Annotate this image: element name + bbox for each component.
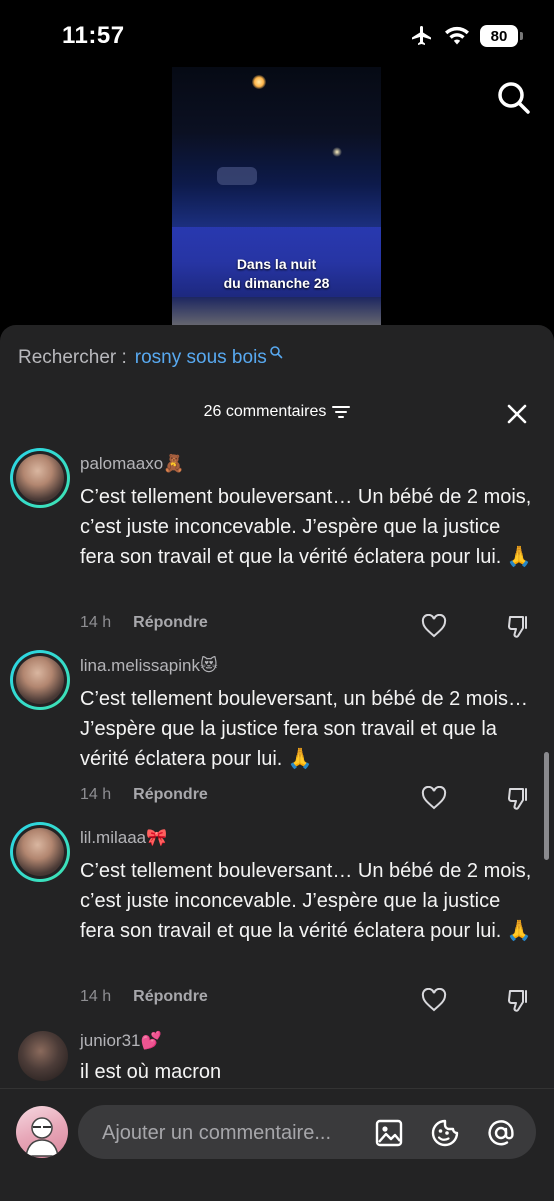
like-button[interactable] bbox=[421, 785, 447, 810]
comment-text: C’est tellement bouleversant… Un bébé de… bbox=[80, 860, 532, 942]
close-button[interactable] bbox=[506, 403, 528, 425]
search-icon bbox=[269, 346, 283, 359]
heart-icon bbox=[421, 987, 447, 1012]
comment-meta: 14 h Répondre bbox=[80, 786, 208, 804]
comment-text: C’est tellement bouleversant, un bébé de… bbox=[80, 688, 529, 770]
street-light bbox=[332, 147, 342, 157]
emoji-button[interactable] bbox=[430, 1118, 460, 1148]
comments-header: 26 commentaires bbox=[0, 401, 554, 425]
search-suggestion-query[interactable]: rosny sous bois bbox=[135, 347, 267, 369]
reply-button[interactable]: Répondre bbox=[133, 614, 208, 632]
search-button[interactable] bbox=[496, 80, 532, 116]
scrollbar[interactable] bbox=[544, 752, 549, 860]
status-icons: 80 bbox=[410, 22, 523, 50]
comment-text: C’est tellement bouleversant… Un bébé de… bbox=[80, 486, 532, 568]
search-suggestion[interactable]: Rechercher : rosny sous bois bbox=[18, 346, 283, 369]
search-suggestion-label: Rechercher : bbox=[18, 347, 127, 368]
thumbs-down-icon bbox=[508, 788, 527, 810]
sort-icon[interactable] bbox=[332, 405, 351, 419]
image-icon bbox=[375, 1119, 403, 1147]
dislike-button[interactable] bbox=[506, 786, 532, 812]
comment-username[interactable]: palomaaxo🧸 bbox=[80, 454, 184, 474]
heart-icon bbox=[421, 613, 447, 638]
wifi-icon bbox=[445, 26, 469, 45]
comment-time: 14 h bbox=[80, 988, 112, 1005]
airplane-icon bbox=[412, 26, 431, 45]
at-sign-icon bbox=[488, 1120, 514, 1146]
comment-meta: 14 h Répondre bbox=[80, 614, 208, 632]
status-bar: 11:57 80 bbox=[0, 0, 554, 70]
dislike-button[interactable] bbox=[506, 988, 532, 1014]
like-button[interactable] bbox=[421, 613, 447, 638]
comment-username[interactable]: junior31💕 bbox=[80, 1031, 162, 1051]
comment-time: 14 h bbox=[80, 614, 112, 631]
video-caption: Dans la nuit du dimanche 28 bbox=[172, 255, 381, 293]
like-button[interactable] bbox=[421, 987, 447, 1012]
comment-username[interactable]: lina.melissapink😻 bbox=[80, 656, 218, 676]
image-button[interactable] bbox=[374, 1118, 404, 1148]
dislike-button[interactable] bbox=[506, 614, 532, 640]
comment-username[interactable]: lil.milaaa🎀 bbox=[80, 828, 167, 848]
close-icon bbox=[507, 404, 527, 424]
comment-time: 14 h bbox=[80, 786, 112, 803]
battery-level: 80 bbox=[490, 27, 508, 45]
user-avatar-icon bbox=[25, 1117, 59, 1157]
avatar[interactable] bbox=[10, 650, 70, 710]
video-caption-line2: du dimanche 28 bbox=[223, 275, 330, 291]
heart-icon bbox=[421, 785, 447, 810]
avatar[interactable] bbox=[10, 448, 70, 508]
search-icon bbox=[498, 82, 530, 114]
avatar[interactable] bbox=[10, 822, 70, 882]
comments-sheet: Rechercher : rosny sous bois 26 commenta… bbox=[0, 325, 554, 1200]
status-time: 11:57 bbox=[62, 22, 125, 49]
avatar[interactable] bbox=[16, 1106, 68, 1158]
video-thumbnail[interactable]: Dans la nuit du dimanche 28 bbox=[172, 67, 381, 327]
thumbs-down-icon bbox=[508, 616, 527, 638]
comment-composer bbox=[0, 1088, 554, 1201]
comment-meta: 14 h Répondre bbox=[80, 988, 208, 1006]
emoji-icon bbox=[431, 1119, 459, 1147]
comment-count-label: 26 commentaires bbox=[203, 403, 327, 420]
video-caption-line1: Dans la nuit bbox=[236, 256, 317, 272]
comment-input[interactable] bbox=[100, 1105, 354, 1161]
street-light bbox=[252, 75, 266, 89]
car-shape bbox=[217, 167, 257, 185]
avatar[interactable] bbox=[18, 1031, 68, 1081]
comment-count[interactable]: 26 commentaires bbox=[0, 403, 554, 421]
thumbs-down-icon bbox=[508, 990, 527, 1012]
battery-icon: 80 bbox=[480, 25, 523, 47]
mention-button[interactable] bbox=[486, 1118, 516, 1148]
comment-input-container bbox=[78, 1105, 536, 1161]
comment-text: il est où macron bbox=[80, 1061, 222, 1083]
reply-button[interactable]: Répondre bbox=[133, 988, 208, 1006]
reply-button[interactable]: Répondre bbox=[133, 786, 208, 804]
